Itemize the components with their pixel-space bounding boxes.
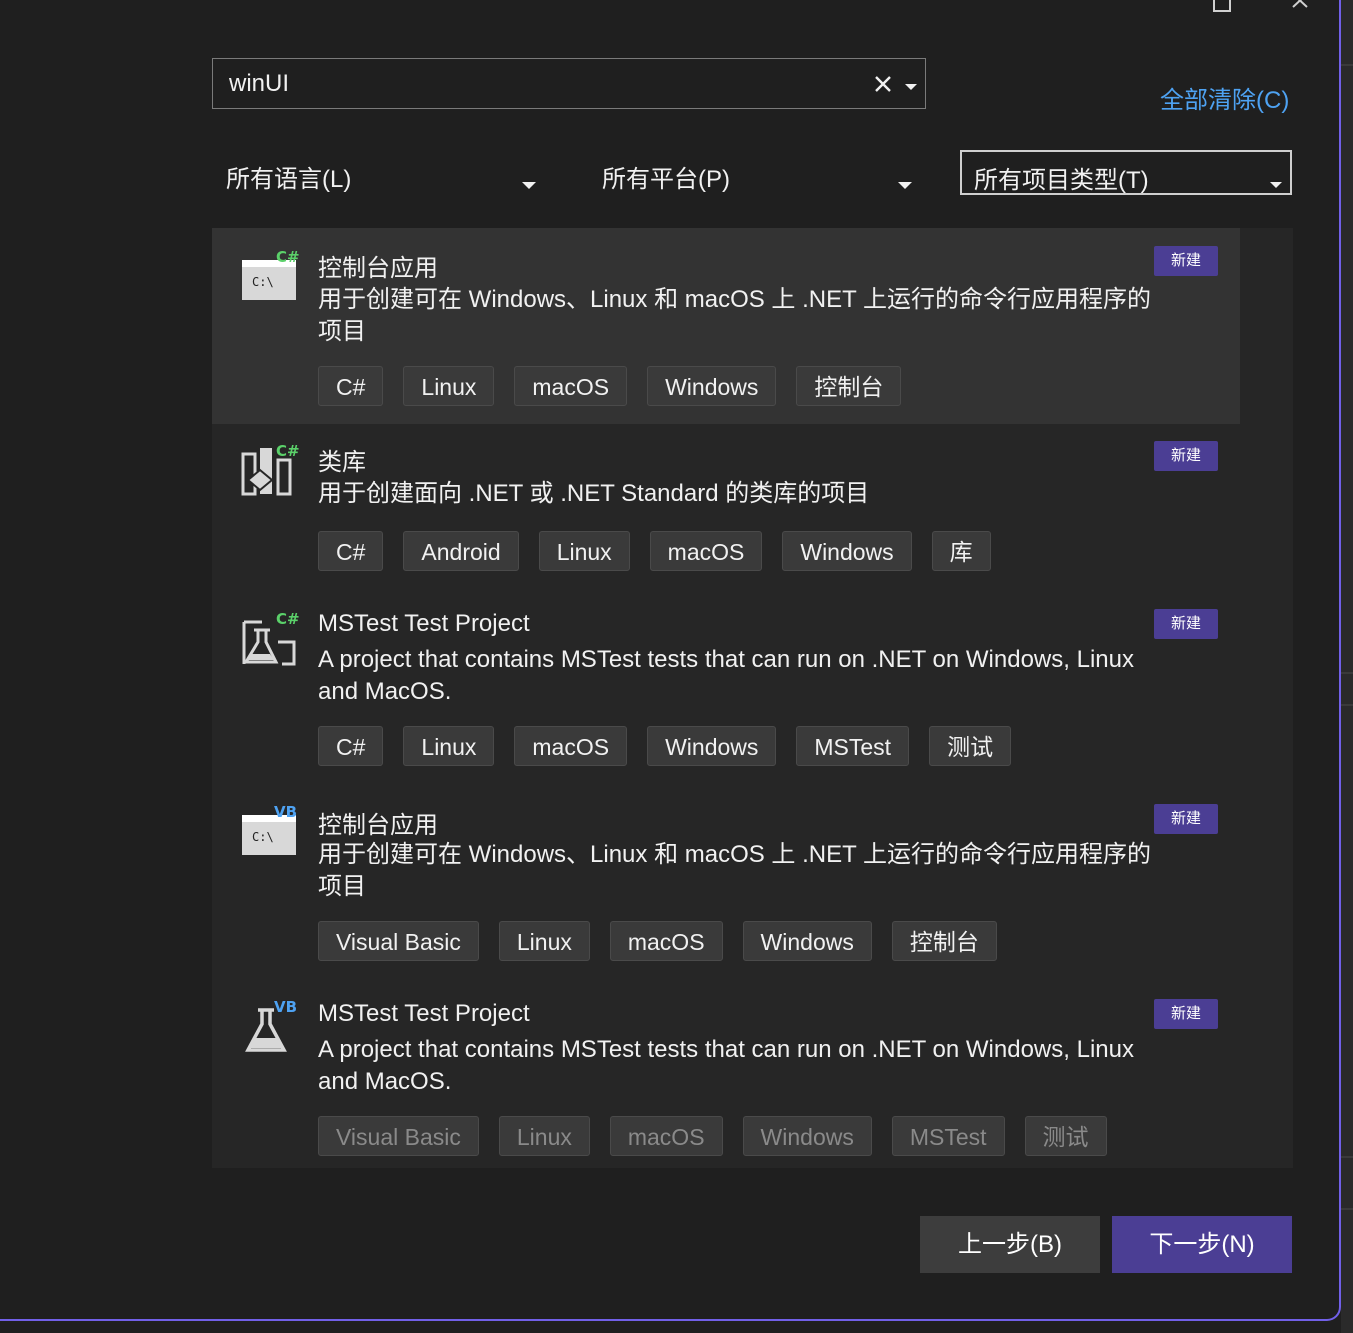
tag: macOS (609, 921, 723, 961)
tag: Linux (403, 726, 495, 766)
tag-list: C# Linux macOS Windows 控制台 (318, 366, 902, 406)
back-button[interactable]: 上一步(B) (920, 1216, 1100, 1273)
background-window (1341, 0, 1353, 1333)
template-item[interactable]: C:\ VB 控制台应用 用于创建可在 Windows、Linux 和 macO… (212, 787, 1240, 982)
clear-all-link[interactable]: 全部清除(C) (1160, 80, 1289, 115)
template-description: 用于创建可在 Windows、Linux 和 macOS 上 .NET 上运行的… (318, 841, 1151, 900)
language-filter-label: 所有语言(L) (226, 166, 352, 193)
tag-list: C# Linux macOS Windows MSTest 测试 (318, 726, 1012, 766)
svg-text:C:\: C:\ (252, 275, 274, 289)
template-title: MSTest Test Project (318, 1000, 530, 1027)
svg-text:VB: VB (274, 998, 297, 1016)
tag: macOS (514, 726, 628, 766)
tag: 测试 (1024, 1116, 1107, 1156)
svg-text:C#: C# (276, 442, 300, 460)
next-button[interactable]: 下一步(N) (1112, 1216, 1292, 1273)
tag: Windows (647, 366, 777, 406)
chevron-down-icon (898, 169, 912, 197)
tag: Windows (647, 726, 777, 766)
new-badge: 新建 (1154, 246, 1218, 276)
tag-list: Visual Basic Linux macOS Windows MSTest … (318, 1116, 1107, 1156)
tag-list: C# Android Linux macOS Windows 库 (318, 531, 991, 571)
chevron-down-icon (1270, 169, 1282, 197)
tag: 测试 (929, 726, 1012, 766)
platform-filter[interactable]: 所有平台(P) (588, 150, 928, 195)
project-type-filter[interactable]: 所有项目类型(T) (960, 150, 1292, 195)
tag: Windows (742, 921, 872, 961)
platform-filter-label: 所有平台(P) (602, 166, 730, 193)
tag: MSTest (796, 726, 910, 766)
tag: C# (318, 366, 384, 406)
tag: Linux (498, 1116, 590, 1156)
console-app-csharp-icon: C:\ C# (240, 246, 300, 306)
new-badge: 新建 (1154, 999, 1218, 1029)
svg-text:C#: C# (276, 610, 300, 628)
maximize-icon[interactable] (1210, 0, 1238, 22)
template-item[interactable]: C# MSTest Test Project A project that co… (212, 592, 1240, 787)
new-badge: 新建 (1154, 441, 1218, 471)
template-item[interactable]: C# 类库 用于创建面向 .NET 或 .NET Standard 的类库的项目… (212, 424, 1240, 592)
class-library-csharp-icon: C# (240, 440, 300, 500)
clear-search-icon[interactable] (871, 72, 895, 96)
new-badge: 新建 (1154, 609, 1218, 639)
language-filter[interactable]: 所有语言(L) (212, 150, 552, 195)
tag: Linux (498, 921, 590, 961)
tag: 库 (931, 531, 991, 571)
project-type-filter-label: 所有项目类型(T) (974, 167, 1149, 194)
template-item[interactable]: C:\ C# 控制台应用 用于创建可在 Windows、Linux 和 macO… (212, 228, 1240, 424)
template-description: 用于创建可在 Windows、Linux 和 macOS 上 .NET 上运行的… (318, 286, 1151, 345)
chevron-down-icon[interactable] (905, 79, 917, 97)
template-description: A project that contains MSTest tests tha… (318, 1036, 1134, 1095)
mstest-csharp-icon: C# (240, 608, 300, 668)
tag: macOS (609, 1116, 723, 1156)
new-badge: 新建 (1154, 804, 1218, 834)
template-description: A project that contains MSTest tests tha… (318, 646, 1134, 705)
chevron-down-icon (522, 169, 536, 197)
template-title: 类库 (318, 449, 366, 476)
tag: MSTest (891, 1116, 1005, 1156)
mstest-vb-icon: VB (240, 996, 300, 1056)
tag: C# (318, 531, 384, 571)
new-project-dialog: 全部清除(C) 所有语言(L) 所有平台(P) 所有项目类型(T) C:\ C# (0, 0, 1341, 1321)
tag: Linux (403, 366, 495, 406)
tag: Windows (742, 1116, 872, 1156)
tag: Android (403, 531, 519, 571)
console-app-vb-icon: C:\ VB (240, 801, 300, 861)
svg-text:C#: C# (276, 248, 300, 266)
search-input[interactable] (227, 69, 831, 99)
template-title: MSTest Test Project (318, 610, 530, 637)
tag: 控制台 (891, 921, 997, 961)
tag: C# (318, 726, 384, 766)
tag-list: Visual Basic Linux macOS Windows 控制台 (318, 921, 997, 961)
template-title: 控制台应用 (318, 255, 438, 282)
tag: macOS (514, 366, 628, 406)
close-icon[interactable] (1288, 0, 1316, 22)
tag: Visual Basic (318, 921, 479, 961)
svg-text:C:\: C:\ (252, 830, 274, 844)
tag: 控制台 (796, 366, 902, 406)
template-item[interactable]: VB MSTest Test Project A project that co… (212, 982, 1240, 1168)
template-title: 控制台应用 (318, 812, 438, 839)
tag: Windows (782, 531, 912, 571)
svg-text:VB: VB (274, 803, 297, 821)
template-list: C:\ C# 控制台应用 用于创建可在 Windows、Linux 和 macO… (212, 228, 1293, 1168)
template-description: 用于创建面向 .NET 或 .NET Standard 的类库的项目 (318, 480, 870, 507)
tag: macOS (649, 531, 763, 571)
search-box[interactable] (212, 58, 926, 109)
tag: Linux (538, 531, 630, 571)
tag: Visual Basic (318, 1116, 479, 1156)
